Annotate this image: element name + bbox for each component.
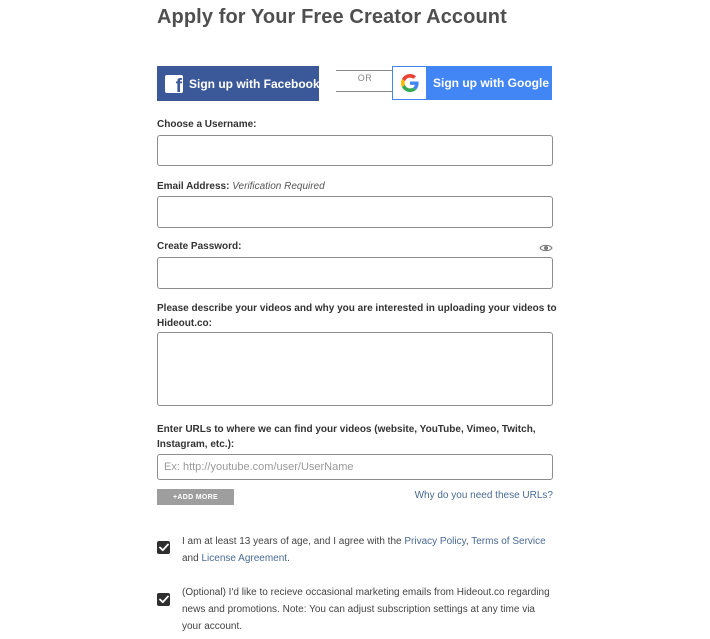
- checkmark-icon: [158, 543, 169, 552]
- facebook-signup-label: Sign up with Facebook: [189, 76, 320, 91]
- video-url-input[interactable]: [157, 454, 553, 480]
- or-label: OR: [357, 73, 373, 83]
- license-agreement-link[interactable]: License Agreement: [201, 553, 287, 564]
- password-label: Create Password:: [157, 241, 242, 252]
- google-g-icon: [393, 67, 426, 99]
- eye-icon[interactable]: [539, 241, 553, 253]
- checkmark-icon: [158, 595, 169, 604]
- privacy-policy-link[interactable]: Privacy Policy: [404, 536, 466, 547]
- password-input[interactable]: [157, 257, 553, 289]
- username-label: Choose a Username:: [157, 119, 257, 130]
- page-title: Apply for Your Free Creator Account: [157, 6, 507, 28]
- terms-of-service-link[interactable]: Terms of Service: [471, 536, 545, 547]
- age-terms-end: .: [287, 553, 290, 564]
- description-label: Please describe your videos and why you …: [157, 303, 557, 329]
- email-hint: Verification Required: [232, 181, 325, 192]
- age-terms-prefix: I am at least 13 years of age, and I agr…: [182, 536, 405, 547]
- or-divider: OR: [336, 70, 394, 92]
- marketing-emails-text: (Optional) I'd like to recieve occasiona…: [182, 587, 550, 632]
- age-terms-checkbox[interactable]: [157, 541, 170, 554]
- age-terms-and: and: [182, 553, 202, 564]
- google-signup-label: Sign up with Google: [433, 76, 549, 90]
- description-textarea[interactable]: [157, 332, 553, 406]
- add-more-button[interactable]: +ADD MORE: [157, 489, 234, 505]
- facebook-f-icon: f: [165, 74, 183, 93]
- email-input[interactable]: [157, 196, 553, 228]
- email-label-row: Email Address: Verification Required: [157, 179, 557, 194]
- urls-label: Enter URLs to where we can find your vid…: [157, 424, 536, 450]
- marketing-emails-checkbox[interactable]: [157, 593, 170, 606]
- facebook-signup-button[interactable]: f Sign up with Facebook: [157, 66, 320, 101]
- email-label: Email Address:: [157, 181, 230, 192]
- age-terms-text: I am at least 13 years of age, and I agr…: [182, 533, 554, 567]
- why-urls-link[interactable]: Why do you need these URLs?: [415, 490, 553, 501]
- google-signup-button[interactable]: Sign up with Google: [392, 66, 552, 100]
- username-input[interactable]: [157, 135, 553, 166]
